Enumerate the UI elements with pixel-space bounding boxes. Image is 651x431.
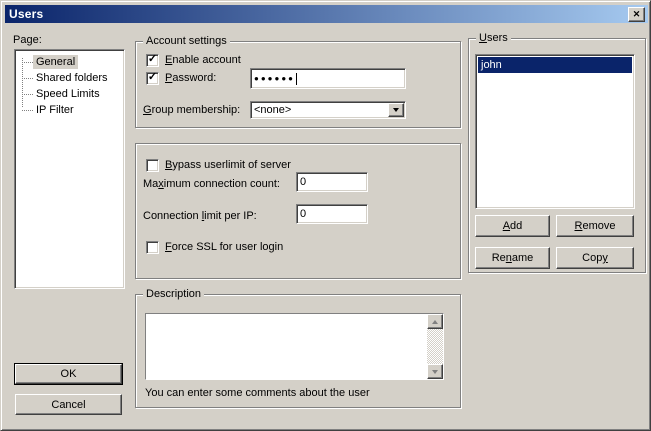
enable-account-label: Enable account — [165, 54, 241, 66]
check-icon: ✓ — [148, 54, 157, 65]
cancel-button[interactable]: Cancel — [15, 394, 122, 415]
user-item-label: john — [481, 59, 502, 71]
password-row: ✓ Password: — [146, 71, 216, 85]
description-scrollbar[interactable] — [427, 314, 443, 379]
chevron-down-icon — [393, 108, 399, 112]
users-dialog: Users ✕ Page: General Shared folders Spe… — [0, 0, 651, 431]
enable-account-row: ✓ Enable account — [146, 53, 241, 67]
force-ssl-label: Force SSL for user login — [165, 241, 283, 253]
description-title: Description — [143, 288, 204, 300]
tree-stub — [22, 78, 33, 79]
max-connection-input[interactable] — [296, 172, 368, 192]
page-item-label: General — [33, 55, 78, 69]
scroll-down-button[interactable] — [427, 364, 443, 379]
tree-stub — [22, 110, 33, 111]
group-membership-select[interactable]: <none> — [250, 101, 406, 119]
add-user-label: Add — [503, 220, 523, 232]
scroll-up-button[interactable] — [427, 314, 443, 329]
tree-stub — [22, 94, 33, 95]
account-settings-group: Account settings ✓ Enable account ✓ Pass… — [135, 41, 461, 128]
account-settings-title: Account settings — [143, 35, 230, 47]
bypass-userlimit-label: Bypass userlimit of server — [165, 159, 291, 171]
remove-user-label: Remove — [575, 220, 616, 232]
rename-user-button[interactable]: Rename — [475, 247, 550, 269]
text-caret — [296, 73, 297, 85]
users-group: Users john Add Remove Rename Copy — [468, 38, 646, 273]
ip-limit-input[interactable] — [296, 204, 368, 224]
page-item-label: Speed Limits — [33, 87, 103, 101]
bypass-userlimit-row: ✓ Bypass userlimit of server — [146, 158, 291, 172]
close-icon: ✕ — [633, 10, 641, 19]
description-field-frame — [145, 313, 444, 380]
combo-dropdown-button[interactable] — [388, 103, 404, 117]
enable-account-checkbox[interactable]: ✓ — [146, 54, 159, 67]
max-connection-label: Maximum connection count: — [143, 178, 280, 190]
users-group-title: Users — [476, 32, 511, 44]
page-list[interactable]: General Shared folders Speed Limits IP F… — [14, 49, 125, 289]
ok-button-label: OK — [61, 368, 77, 380]
user-item-john[interactable]: john — [478, 57, 632, 73]
password-dots: ●●●●●● — [254, 74, 295, 83]
ip-limit-label: Connection limit per IP: — [143, 210, 257, 222]
bypass-userlimit-checkbox[interactable]: ✓ — [146, 159, 159, 172]
description-group: Description You can enter some comments … — [135, 294, 461, 408]
scrollbar-track[interactable] — [427, 329, 443, 364]
ok-button[interactable]: OK — [15, 364, 122, 384]
users-list[interactable]: john — [475, 54, 635, 209]
copy-user-button[interactable]: Copy — [556, 247, 634, 269]
password-checkbox[interactable]: ✓ — [146, 72, 159, 85]
page-item-ip-filter[interactable]: IP Filter — [15, 102, 124, 118]
rename-user-label: Rename — [492, 252, 534, 264]
page-item-speed-limits[interactable]: Speed Limits — [15, 86, 124, 102]
check-icon: ✓ — [148, 72, 157, 83]
limits-group: ✓ Bypass userlimit of server Maximum con… — [135, 143, 461, 279]
tree-stub — [22, 62, 33, 63]
page-item-general[interactable]: General — [15, 54, 124, 70]
description-hint: You can enter some comments about the us… — [145, 387, 370, 399]
group-membership-value: <none> — [251, 102, 387, 118]
title-bar[interactable]: Users ✕ — [5, 5, 648, 23]
copy-user-label: Copy — [582, 252, 608, 264]
page-item-shared-folders[interactable]: Shared folders — [15, 70, 124, 86]
add-user-button[interactable]: Add — [475, 215, 550, 237]
page-item-label: IP Filter — [33, 103, 77, 117]
arrow-up-icon — [432, 320, 438, 324]
password-input[interactable]: ●●●●●● — [250, 68, 406, 89]
window-title: Users — [9, 7, 43, 21]
force-ssl-checkbox[interactable]: ✓ — [146, 241, 159, 254]
force-ssl-row: ✓ Force SSL for user login — [146, 240, 283, 254]
password-label: Password: — [165, 72, 216, 84]
description-textarea[interactable] — [146, 314, 427, 379]
close-button[interactable]: ✕ — [628, 7, 645, 22]
arrow-down-icon — [432, 370, 438, 374]
group-membership-label: Group membership: — [143, 104, 240, 116]
page-label: Page: — [13, 34, 42, 46]
cancel-button-label: Cancel — [51, 399, 85, 411]
page-item-label: Shared folders — [33, 71, 111, 85]
remove-user-button[interactable]: Remove — [556, 215, 634, 237]
